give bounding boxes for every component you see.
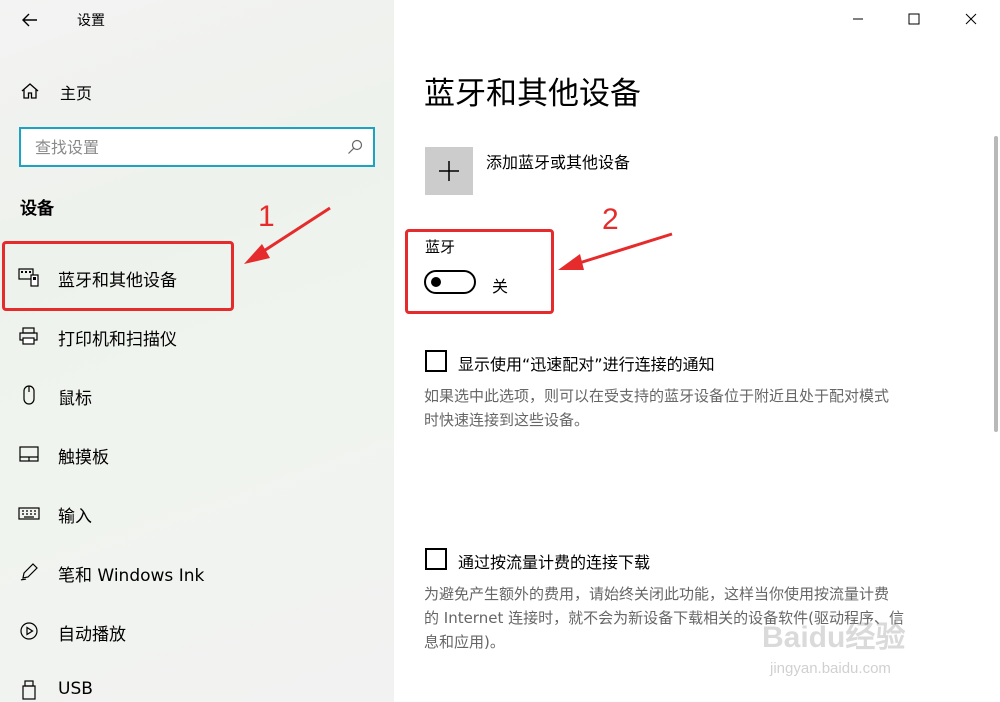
metered-download-checkbox[interactable]: [425, 548, 447, 570]
search-box: [19, 127, 375, 167]
sidebar-item-touchpad[interactable]: 触摸板: [0, 429, 394, 479]
metered-download-label[interactable]: 通过按流量计费的连接下载: [458, 549, 650, 573]
autoplay-icon: [20, 622, 38, 640]
pen-icon: [20, 563, 38, 581]
section-title: 设备: [20, 199, 54, 219]
minimize-icon: [853, 18, 863, 20]
sidebar-item-label: USB: [58, 679, 93, 699]
app-title: 设置: [77, 13, 105, 29]
sidebar-item-home[interactable]: 主页: [0, 74, 394, 108]
description-line: 如果选中此选项，则可以在受支持的蓝牙设备位于附近且处于配对模式: [424, 387, 890, 405]
back-button[interactable]: [16, 6, 44, 34]
mouse-icon: [23, 385, 35, 405]
add-device-button[interactable]: [425, 147, 473, 195]
settings-sidebar: 设置 主页 设备 蓝牙和其他设备 打印机和扫描仪: [0, 0, 394, 702]
annotation-arrow-1: [244, 206, 331, 264]
sidebar-item-label: 自动播放: [58, 625, 126, 645]
sidebar-item-usb[interactable]: USB: [0, 665, 394, 702]
sidebar-item-printers[interactable]: 打印机和扫描仪: [0, 311, 394, 361]
sidebar-item-label: 输入: [58, 507, 92, 527]
printer-icon: [19, 327, 38, 345]
home-icon: [21, 83, 39, 99]
swift-pair-description: 如果选中此选项，则可以在受支持的蓝牙设备位于附近且处于配对模式 时快速连接到这些…: [424, 384, 969, 432]
sidebar-item-pen[interactable]: 笔和 Windows Ink: [0, 547, 394, 597]
swift-pair-label[interactable]: 显示使用“迅速配对”进行连接的通知: [458, 351, 715, 375]
sidebar-item-label: 笔和 Windows Ink: [58, 566, 205, 586]
sidebar-item-label: 触摸板: [58, 448, 109, 468]
annotation-box-1: [2, 241, 234, 311]
description-line: 时快速连接到这些设备。: [424, 411, 590, 429]
maximize-icon: [908, 13, 920, 25]
maximize-button[interactable]: [898, 4, 930, 34]
search-input[interactable]: [21, 129, 321, 165]
sidebar-item-label: 主页: [60, 84, 93, 103]
minimize-button[interactable]: [842, 4, 874, 34]
sidebar-item-mouse[interactable]: 鼠标: [0, 370, 394, 420]
description-line: 为避免产生额外的费用，请始终关闭此功能，这样当你使用按流量计费: [424, 585, 890, 603]
sidebar-item-typing[interactable]: 输入: [0, 488, 394, 538]
scrollbar[interactable]: [994, 136, 998, 432]
annotation-box-2: [405, 229, 554, 314]
touchpad-icon: [19, 446, 39, 462]
plus-icon: [439, 161, 459, 181]
sidebar-item-label: 打印机和扫描仪: [58, 330, 177, 350]
keyboard-icon: [18, 507, 40, 520]
usb-icon: [22, 680, 36, 700]
back-arrow-icon: [22, 13, 37, 27]
sidebar-item-label: 鼠标: [58, 389, 92, 409]
close-icon: [965, 13, 977, 25]
annotation-arrow-2: [558, 232, 673, 270]
sidebar-item-autoplay[interactable]: 自动播放: [0, 606, 394, 656]
swift-pair-checkbox[interactable]: [425, 350, 447, 372]
baidu-watermark-url: jingyan.baidu.com: [770, 660, 891, 677]
add-device-label[interactable]: 添加蓝牙或其他设备: [486, 149, 630, 173]
page-title: 蓝牙和其他设备: [424, 76, 641, 112]
baidu-watermark-logo: Baidu经验: [762, 621, 906, 654]
search-icon[interactable]: [347, 139, 363, 155]
close-button[interactable]: [955, 4, 987, 34]
